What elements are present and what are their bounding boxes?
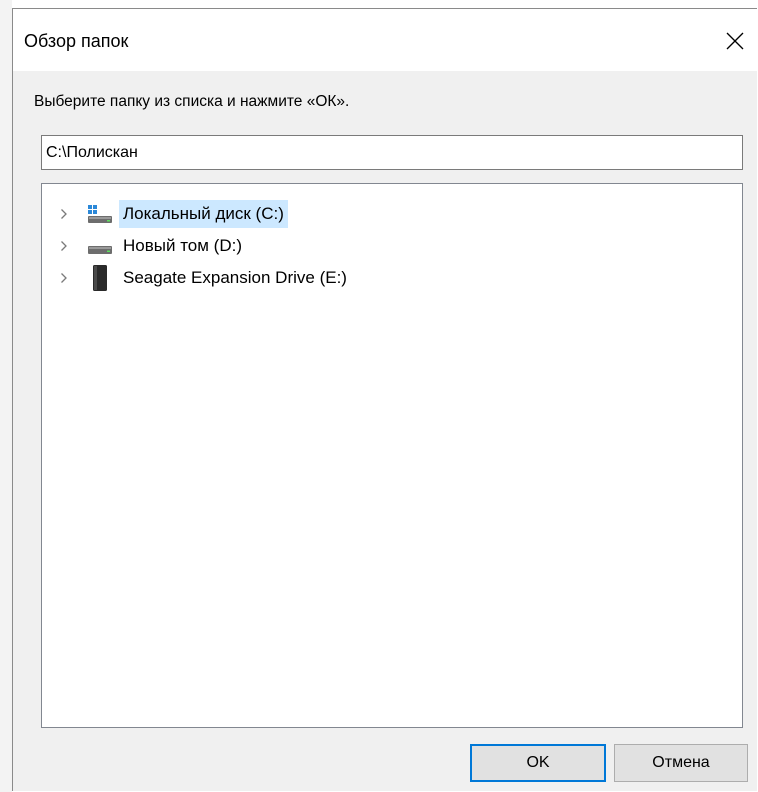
background-window (0, 0, 12, 792)
chevron-right-icon (61, 273, 67, 283)
cancel-button[interactable]: Отмена (614, 744, 748, 782)
tree-item-label: Локальный диск (C:) (119, 200, 288, 228)
tree-item-label: Seagate Expansion Drive (E:) (123, 268, 347, 287)
dialog-title: Обзор папок (24, 31, 129, 51)
chevron-right-icon (61, 241, 67, 251)
tree-item-local-disk-c[interactable]: Локальный диск (C:) (42, 198, 742, 230)
system-drive-icon (86, 198, 114, 230)
tree-item-seagate-drive-e[interactable]: Seagate Expansion Drive (E:) (42, 262, 742, 294)
external-drive-icon (86, 262, 114, 294)
tree-item-new-volume-d[interactable]: Новый том (D:) (42, 230, 742, 262)
title-bar: Обзор папок (13, 9, 757, 71)
instruction-text: Выберите папку из списка и нажмите «ОК». (34, 93, 350, 110)
folder-path-field[interactable] (41, 135, 743, 170)
hard-drive-icon (86, 230, 114, 262)
expand-chevron[interactable] (56, 198, 72, 230)
folder-tree[interactable]: Локальный диск (C:) Новый том (D:) Seaga… (41, 183, 743, 728)
tree-item-label: Новый том (D:) (123, 236, 242, 255)
ok-button[interactable]: OK (470, 744, 606, 782)
chevron-right-icon (61, 209, 67, 219)
expand-chevron[interactable] (56, 262, 72, 294)
expand-chevron[interactable] (56, 230, 72, 262)
browse-folder-dialog: Обзор папок Выберите папку из списка и н… (12, 8, 757, 791)
close-button[interactable] (715, 21, 755, 61)
close-icon (726, 32, 744, 50)
